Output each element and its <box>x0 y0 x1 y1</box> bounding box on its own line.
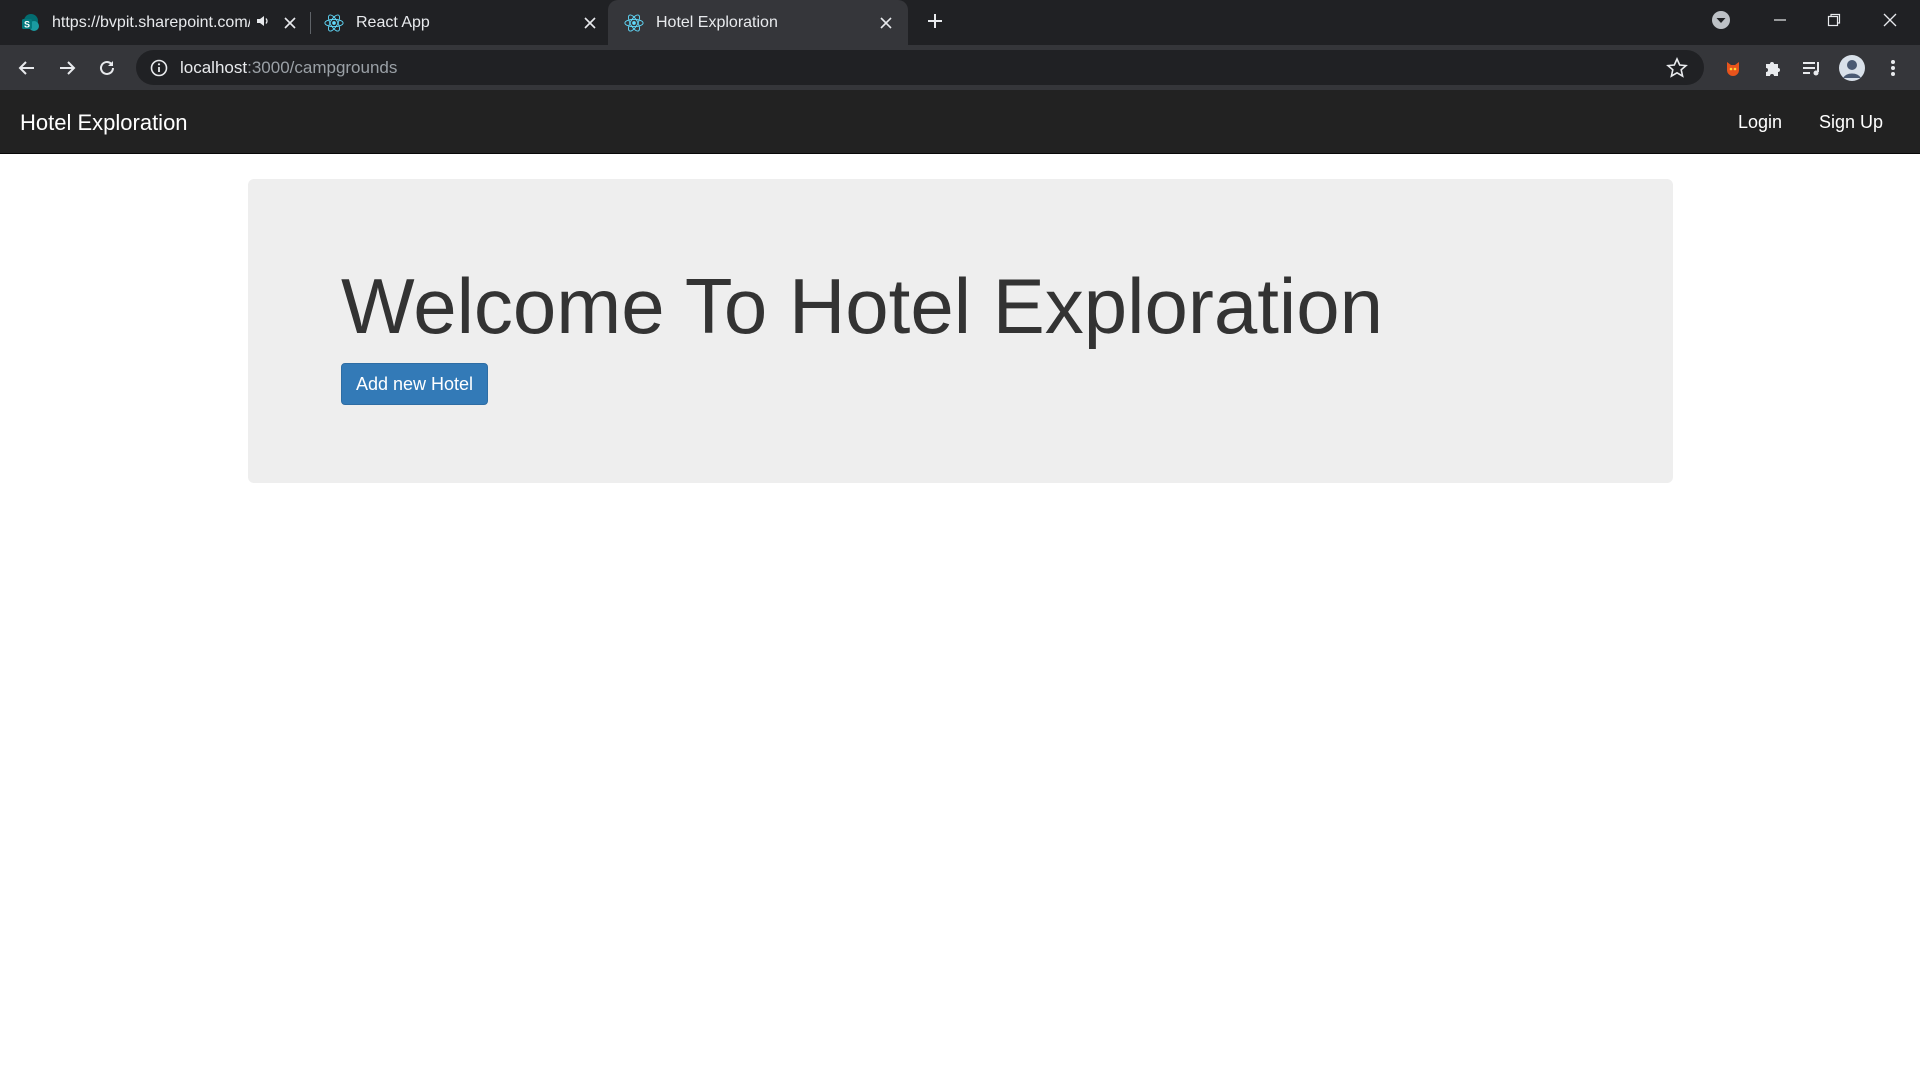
tab-separator <box>310 12 311 34</box>
tab-react-app[interactable]: React App <box>324 0 600 45</box>
tab-title: React App <box>356 13 430 31</box>
tab-sharepoint[interactable]: S https://bvpit.sharepoint.com/ <box>20 0 300 45</box>
avatar-icon <box>1839 55 1865 81</box>
sharepoint-icon: S <box>20 13 40 33</box>
chevron-down-circle-icon <box>1712 11 1730 29</box>
url-text[interactable]: localhost:3000/campgrounds <box>180 58 397 78</box>
svg-text:S: S <box>24 19 30 29</box>
restore-button[interactable] <box>1806 0 1862 40</box>
plus-icon <box>928 14 942 28</box>
tab-title: Hotel Exploration <box>656 13 778 31</box>
restore-icon <box>1827 13 1841 27</box>
tab-search-button[interactable] <box>1694 0 1748 40</box>
reload-button[interactable] <box>92 53 122 83</box>
react-icon <box>624 13 644 33</box>
puzzle-icon <box>1766 62 1780 76</box>
close-tab-icon[interactable] <box>876 13 896 33</box>
back-arrow-icon <box>18 61 34 75</box>
extension-fox-icon <box>1727 62 1739 76</box>
new-tab-button[interactable] <box>918 4 952 38</box>
back-button[interactable] <box>12 53 42 83</box>
menu-button[interactable] <box>1878 53 1908 83</box>
media-controls-button[interactable] <box>1797 53 1827 83</box>
signup-link[interactable]: Sign Up <box>1819 112 1883 133</box>
url-path: :3000/campgrounds <box>247 57 398 77</box>
site-navbar: Hotel Exploration Login Sign Up <box>0 90 1920 154</box>
speaker-icon[interactable] <box>256 14 270 31</box>
playlist-icon <box>1803 62 1819 76</box>
url-host: localhost <box>180 57 248 77</box>
minimize-icon <box>1774 19 1786 21</box>
more-vert-icon <box>1891 60 1895 76</box>
add-hotel-button[interactable]: Add new Hotel <box>341 363 488 405</box>
tab-title: https://bvpit.sharepoint.com/ <box>52 13 251 31</box>
profile-avatar[interactable] <box>1837 53 1867 83</box>
extension-button[interactable] <box>1718 53 1748 83</box>
close-window-button[interactable] <box>1862 0 1918 40</box>
login-link[interactable]: Login <box>1738 112 1782 133</box>
browser-toolbar: localhost:3000/campgrounds <box>0 45 1920 90</box>
navbar-brand[interactable]: Hotel Exploration <box>20 110 188 136</box>
forward-arrow-icon <box>60 61 76 75</box>
reload-icon <box>100 60 114 75</box>
info-icon[interactable] <box>150 59 168 77</box>
close-tab-icon[interactable] <box>280 13 300 33</box>
address-bar[interactable]: localhost:3000/campgrounds <box>136 50 1704 85</box>
extensions-button[interactable] <box>1758 53 1788 83</box>
close-icon <box>1883 13 1897 27</box>
hero-jumbotron: Welcome To Hotel Exploration Add new Hot… <box>248 179 1673 483</box>
react-icon <box>324 13 344 33</box>
minimize-button[interactable] <box>1752 0 1808 40</box>
browser-tabstrip: S https://bvpit.sharepoint.com/ React Ap… <box>0 0 1920 45</box>
page-title: Welcome To Hotel Exploration <box>341 262 1383 350</box>
tab-hotel-exploration[interactable]: Hotel Exploration <box>608 0 908 45</box>
close-tab-icon[interactable] <box>580 13 600 33</box>
forward-button[interactable] <box>52 53 82 83</box>
bookmark-star-icon[interactable] <box>1666 57 1688 79</box>
